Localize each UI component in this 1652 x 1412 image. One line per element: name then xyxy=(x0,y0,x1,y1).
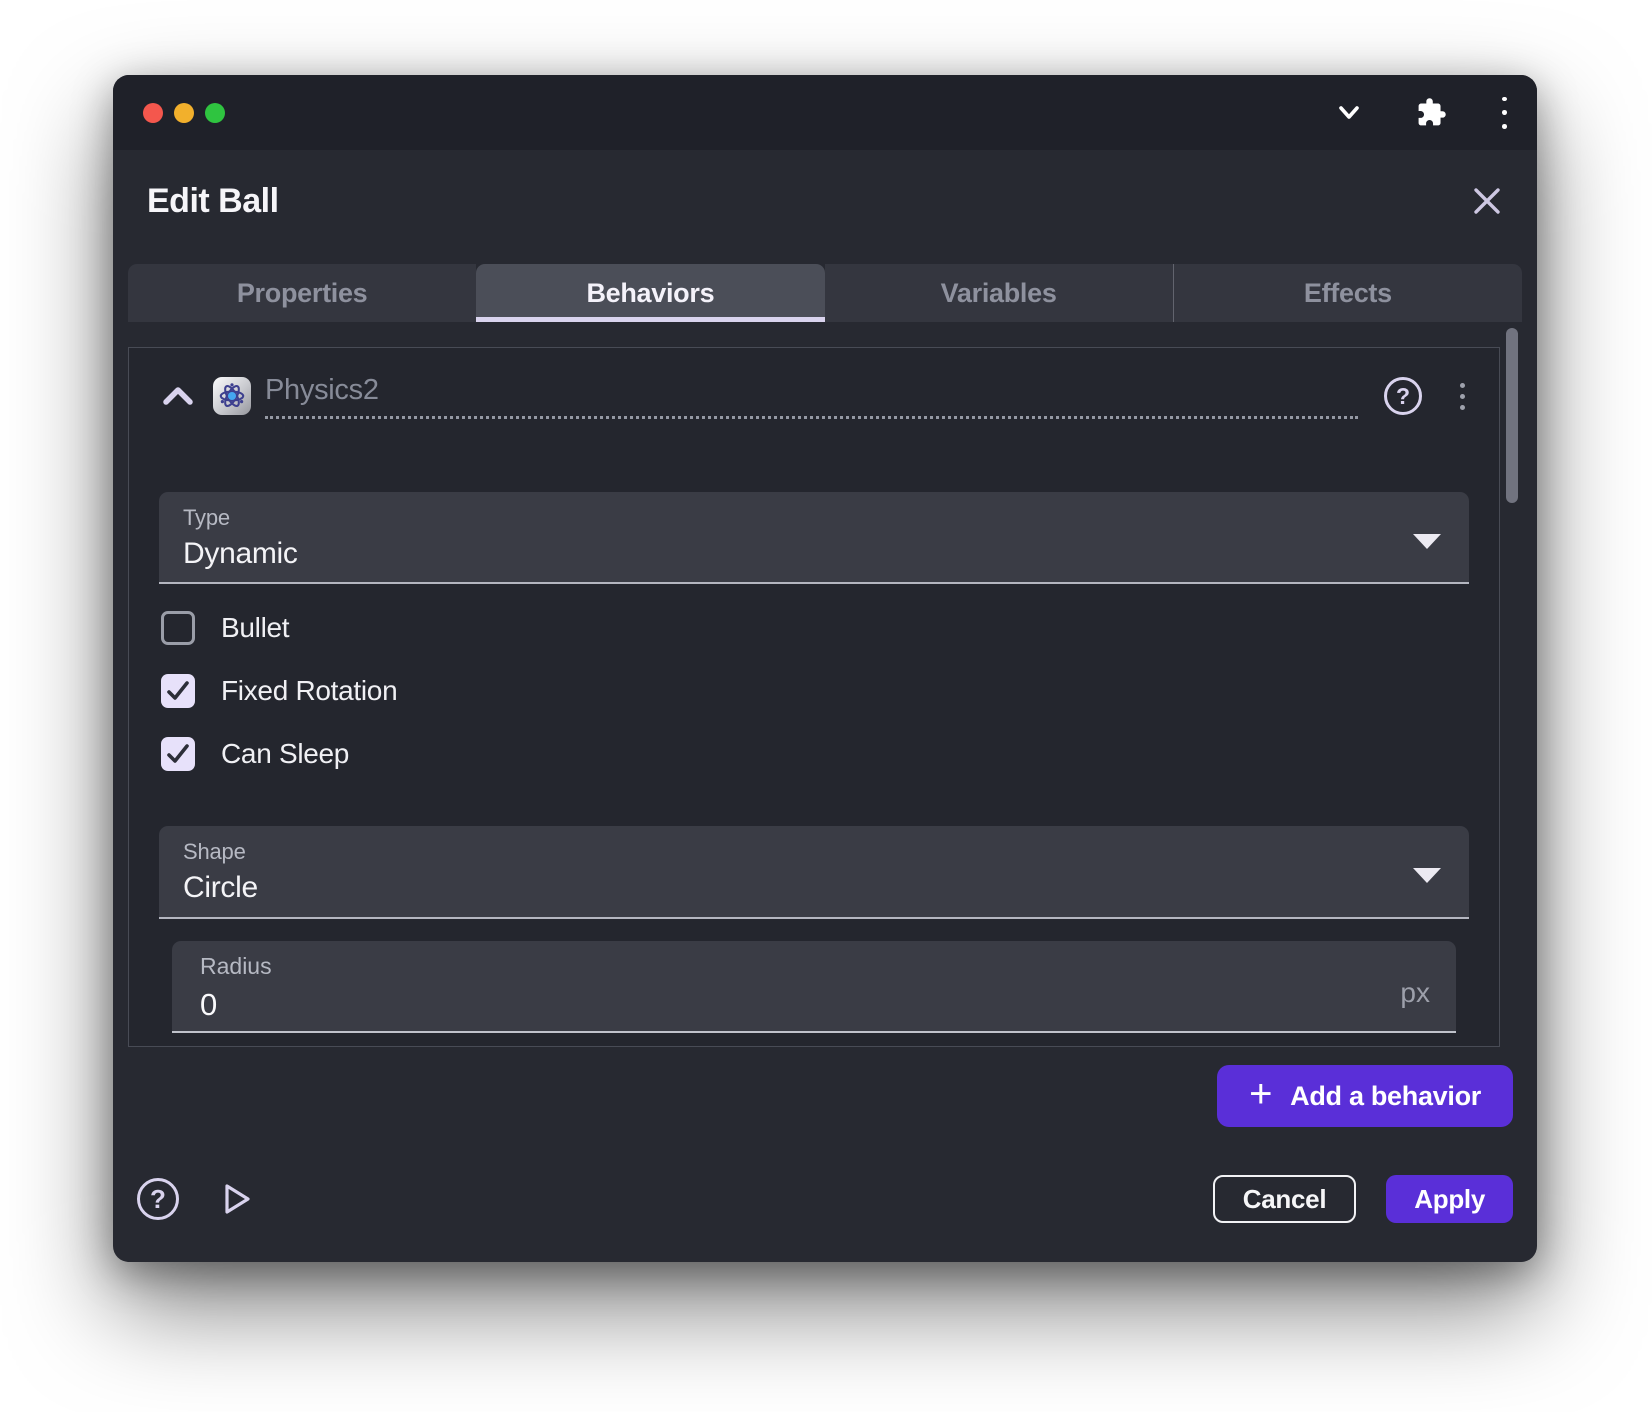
radius-input-label: Radius xyxy=(200,953,1432,980)
traffic-lights xyxy=(143,103,225,123)
radius-input-value: 0 xyxy=(200,987,1432,1023)
add-behavior-label: Add a behavior xyxy=(1290,1081,1481,1112)
dialog-help-button[interactable]: ? xyxy=(137,1178,179,1220)
question-mark-icon: ? xyxy=(137,1178,179,1220)
collapse-behavior-button[interactable] xyxy=(159,384,197,408)
chevron-down-icon[interactable] xyxy=(1333,97,1365,129)
checkbox-group: Bullet Fixed Rotation Can Sleep xyxy=(161,611,1469,771)
apply-button[interactable]: Apply xyxy=(1386,1175,1513,1223)
play-icon xyxy=(217,1180,255,1218)
dropdown-caret-icon xyxy=(1413,534,1441,549)
checkbox-icon xyxy=(161,674,195,708)
add-behavior-button[interactable]: + Add a behavior xyxy=(1217,1065,1513,1127)
maximize-window-button[interactable] xyxy=(205,103,225,123)
question-mark-icon: ? xyxy=(1384,377,1422,415)
type-select-value: Dynamic xyxy=(183,537,1447,571)
physics-behavior-atom-icon xyxy=(213,377,251,415)
close-dialog-button[interactable] xyxy=(1467,181,1507,221)
checkbox-icon xyxy=(161,737,195,771)
tab-behaviors[interactable]: Behaviors xyxy=(476,264,824,322)
close-icon xyxy=(1467,181,1507,221)
dialog-footer: ? Cancel Apply xyxy=(113,1162,1537,1262)
behavior-help-button[interactable]: ? xyxy=(1384,377,1422,415)
checkbox-fixed-rotation[interactable]: Fixed Rotation xyxy=(161,674,1469,708)
shape-select-label: Shape xyxy=(183,839,1447,865)
shape-select-value: Circle xyxy=(183,871,1447,905)
checkbox-label: Bullet xyxy=(221,612,289,644)
checkbox-label: Fixed Rotation xyxy=(221,675,397,707)
tab-bar: Properties Behaviors Variables Effects xyxy=(128,264,1522,322)
page-title: Edit Ball xyxy=(147,182,279,221)
extensions-puzzle-icon[interactable] xyxy=(1415,97,1447,129)
add-behavior-row: + Add a behavior xyxy=(113,1047,1537,1127)
behavior-options-kebab-icon[interactable] xyxy=(1456,377,1469,416)
behavior-header-row: Physics2 ? xyxy=(159,366,1469,426)
behaviors-panel: Physics2 ? Type Dynamic Bullet xyxy=(128,347,1500,1047)
minimize-window-button[interactable] xyxy=(174,103,194,123)
behavior-name-field[interactable]: Physics2 xyxy=(265,374,1358,419)
type-select[interactable]: Type Dynamic xyxy=(159,492,1469,584)
checkbox-icon xyxy=(161,611,195,645)
radius-input[interactable]: Radius 0 px xyxy=(172,941,1456,1033)
checkbox-can-sleep[interactable]: Can Sleep xyxy=(161,737,1469,771)
titlebar xyxy=(113,75,1537,150)
tab-effects[interactable]: Effects xyxy=(1173,264,1522,322)
chevron-up-icon xyxy=(161,384,195,408)
scrollbar-thumb[interactable] xyxy=(1506,328,1518,503)
dropdown-caret-icon xyxy=(1413,868,1441,883)
radius-unit-label: px xyxy=(1400,977,1430,1009)
type-select-label: Type xyxy=(183,505,1447,531)
preview-play-button[interactable] xyxy=(217,1180,255,1218)
tab-properties[interactable]: Properties xyxy=(128,264,476,322)
cancel-button[interactable]: Cancel xyxy=(1213,1175,1356,1223)
tab-variables[interactable]: Variables xyxy=(825,264,1173,322)
kebab-menu-icon[interactable] xyxy=(1497,97,1511,129)
checkbox-bullet[interactable]: Bullet xyxy=(161,611,1469,645)
close-window-button[interactable] xyxy=(143,103,163,123)
checkbox-label: Can Sleep xyxy=(221,738,349,770)
dialog-header: Edit Ball xyxy=(113,150,1537,244)
shape-select[interactable]: Shape Circle xyxy=(159,826,1469,919)
edit-object-dialog-window: Edit Ball Properties Behaviors Variables… xyxy=(113,75,1537,1262)
